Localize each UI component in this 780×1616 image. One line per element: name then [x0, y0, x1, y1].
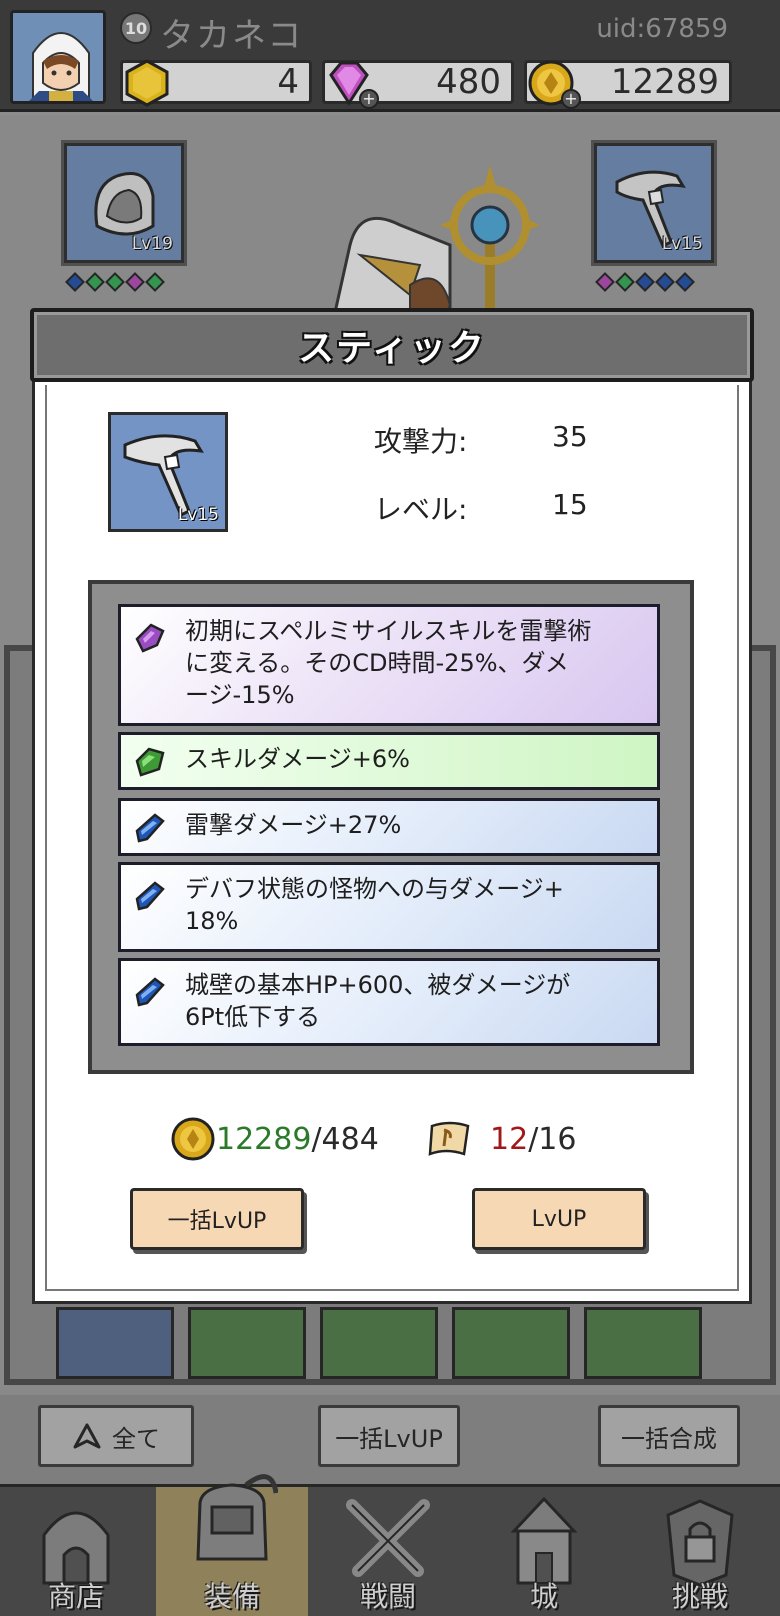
gem-indicator [595, 272, 615, 292]
player-name: タカネコ [160, 16, 304, 56]
player-level-badge: 10 [120, 12, 152, 44]
gem-indicator [145, 272, 165, 292]
modal-title: スティック [298, 328, 486, 369]
bag-icon [196, 1474, 278, 1561]
skill-text-line: 初期にスペルミサイルスキルを雷撃術 [185, 617, 592, 645]
gem-indicator [655, 272, 675, 292]
nav-item-challenge[interactable]: 挑戦 [624, 1487, 776, 1616]
coin-currency-value: 12289 [610, 62, 719, 102]
add-coins-icon[interactable]: + [561, 89, 581, 109]
inventory-item[interactable] [584, 1307, 702, 1379]
blue-gem-icon [135, 813, 165, 843]
skill-row-blue: デバフ状態の怪物への与ダメージ+ 18% [118, 862, 660, 952]
stick-gem-row [595, 272, 695, 292]
blue-gem-icon [135, 977, 165, 1007]
nav-label-castle: 城 [529, 1580, 558, 1613]
item-icon-frame: Lv15 [108, 412, 228, 532]
gem-indicator [105, 272, 125, 292]
green-gem-icon [135, 747, 165, 777]
nav-label-challenge: 挑戦 [671, 1580, 728, 1613]
scrolls-owned: 12 [490, 1121, 529, 1157]
skill-text-line: デバフ状態の怪物への与ダメージ+ [185, 875, 564, 903]
skill-text-line: 城壁の基本HP+600、被ダメージが [185, 971, 571, 999]
nav-item-equipment[interactable]: 装備 [156, 1474, 308, 1616]
scroll-icon [428, 1121, 470, 1156]
inventory-item[interactable] [56, 1307, 174, 1379]
modal-title-bar: スティック [30, 308, 754, 382]
nav-label-equipment: 装備 [203, 1580, 260, 1613]
shop-icon [42, 1511, 110, 1585]
castle-icon [510, 1496, 578, 1585]
nav-label-shop: 商店 [47, 1580, 104, 1613]
nav-item-shop[interactable]: 商店 [0, 1487, 152, 1616]
gem-indicator [615, 272, 635, 292]
gem-indicator [65, 272, 85, 292]
bulk-lvup-button[interactable]: 一括LvUP [130, 1188, 304, 1250]
hood-gem-row [65, 272, 165, 292]
skill-text-line: 6Pt低下する [185, 1003, 321, 1031]
level-value: 15 [552, 488, 588, 521]
hex-currency-value: 4 [277, 62, 299, 102]
gem-currency[interactable]: + 480 [322, 60, 514, 109]
coins-owned: 12289 [216, 1121, 312, 1157]
add-gems-icon[interactable]: + [359, 89, 379, 109]
purple-gem-icon [135, 623, 165, 653]
blue-gem-icon [135, 881, 165, 911]
lvup-label: LvUP [531, 1206, 587, 1232]
coin-cost: 12289/484 [170, 1116, 379, 1162]
skill-text-line: に変える。そのCD時間-25%、ダメ [185, 649, 569, 677]
inventory-item[interactable] [320, 1307, 438, 1379]
scroll-cost: 12/16 [424, 1116, 576, 1162]
gem-indicator [85, 272, 105, 292]
bottom-nav: 商店 装備 戦闘 城 挑戦 [0, 1474, 780, 1616]
equipment-slot-stick[interactable]: Lv15 [591, 140, 717, 266]
nav-item-castle[interactable]: 城 [468, 1487, 620, 1616]
filter-all-button[interactable]: 全て [38, 1405, 194, 1467]
skill-text-line: 18% [185, 907, 239, 935]
bulk-lvup-label: 一括LvUP [167, 1209, 267, 1234]
bulk-merge-button[interactable]: 一括合成 [598, 1405, 740, 1467]
level-label: レベル: [374, 493, 468, 526]
hex-currency: 4 [120, 59, 312, 107]
filter-all-label: 全て [112, 1424, 160, 1453]
slot-level: Lv19 [131, 234, 173, 254]
hero-character-icon [328, 165, 540, 335]
gem-currency-value: 480 [436, 62, 501, 102]
skill-row-blue: 城壁の基本HP+600、被ダメージが 6Pt低下する [118, 958, 660, 1046]
triangle-up-icon [73, 1423, 101, 1449]
skill-row-purple: 初期にスペルミサイルスキルを雷撃術 に変える。そのCD時間-25%、ダメ ージ-… [118, 604, 660, 726]
gem-indicator [125, 272, 145, 292]
coin-currency[interactable]: + 12289 [524, 60, 732, 109]
equipment-slot-hood[interactable]: Lv19 [61, 140, 187, 266]
inventory-row [56, 1307, 726, 1379]
user-id: uid:67859 [596, 14, 728, 44]
item-level: Lv15 [177, 505, 219, 525]
bulk-merge-label: 一括合成 [621, 1424, 717, 1453]
inventory-item[interactable] [188, 1307, 306, 1379]
bulk-lvup-toolbar-button[interactable]: 一括LvUP [318, 1405, 460, 1467]
top-header: 10 タカネコ uid:67859 4 + 480 + 12289 [0, 0, 780, 112]
skill-row-green: スキルダメージ+6% [118, 732, 660, 790]
gem-indicator [635, 272, 655, 292]
swords-icon [346, 1499, 430, 1577]
slot-level: Lv15 [661, 234, 703, 254]
gem-indicator [675, 272, 695, 292]
skill-text-line: 雷撃ダメージ+27% [185, 811, 402, 839]
attack-value: 35 [552, 420, 588, 453]
nav-item-battle[interactable]: 戦闘 [312, 1487, 464, 1616]
skill-text-line: ージ-15% [185, 681, 295, 709]
skill-row-blue: 雷撃ダメージ+27% [118, 798, 660, 856]
scrolls-required: /16 [528, 1121, 577, 1157]
lvup-button[interactable]: LvUP [472, 1188, 646, 1250]
nav-label-battle: 戦闘 [359, 1580, 416, 1613]
inventory-item[interactable] [452, 1307, 570, 1379]
skill-text-line: スキルダメージ+6% [185, 745, 410, 773]
coins-required: /484 [311, 1121, 379, 1157]
gold-coin-icon [171, 1117, 215, 1161]
bulk-lvup-toolbar-label: 一括LvUP [335, 1424, 443, 1453]
lock-icon [666, 1499, 734, 1587]
attack-label: 攻撃力: [374, 425, 468, 458]
gold-hexagon-icon [125, 59, 169, 107]
player-avatar[interactable] [10, 10, 106, 104]
